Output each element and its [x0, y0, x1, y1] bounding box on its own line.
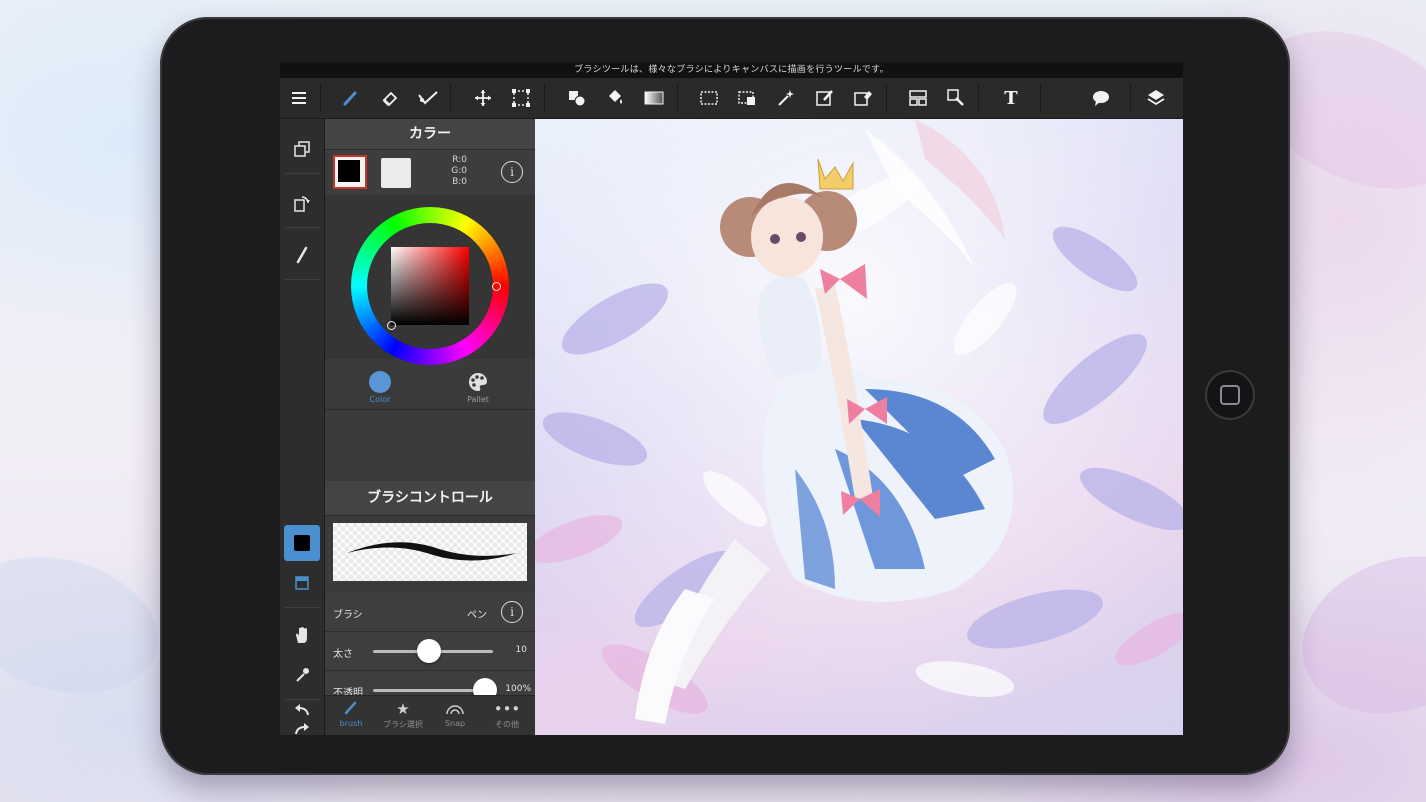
filter-icon[interactable] — [901, 78, 935, 118]
undo-icon[interactable] — [286, 694, 318, 726]
rgb-b: B:0 — [452, 177, 467, 187]
eraser-icon[interactable] — [373, 78, 407, 118]
toolbar-divider — [978, 84, 979, 112]
tab-color[interactable]: Color — [345, 371, 415, 404]
toolbar-divider — [320, 84, 321, 112]
toolbar-divider — [544, 84, 545, 112]
tab-brush-select[interactable]: ★ ブラシ選択 — [377, 699, 429, 730]
brush-value: ペン — [467, 610, 487, 621]
brush-info-button[interactable]: i — [501, 601, 523, 623]
color-picker — [325, 195, 535, 365]
saturation-value-square[interactable] — [391, 247, 469, 325]
color-info-button[interactable]: i — [501, 161, 523, 183]
toolbar-divider — [1130, 84, 1131, 112]
rotate-canvas-icon[interactable] — [286, 187, 318, 219]
rail-divider — [284, 227, 320, 228]
magic-wand-icon[interactable] — [769, 78, 803, 118]
rail-divider — [284, 607, 320, 608]
home-icon — [1220, 385, 1240, 405]
toolbar-divider — [886, 84, 887, 112]
drawing-canvas[interactable] — [535, 119, 1183, 735]
layers-icon[interactable] — [1139, 78, 1173, 118]
secondary-color-swatch[interactable] — [381, 158, 411, 188]
rgb-g: G:0 — [451, 166, 467, 176]
text-icon[interactable]: T — [994, 78, 1028, 118]
value-marker[interactable] — [387, 321, 396, 330]
move-icon[interactable] — [466, 78, 500, 118]
brush-bottom-tabs: brush ★ ブラシ選択 Snap ••• その他 — [325, 695, 535, 735]
select-clear-icon[interactable] — [730, 78, 764, 118]
color-panel-title: カラー — [325, 119, 535, 150]
tab-brush[interactable]: brush — [325, 699, 377, 728]
hue-marker[interactable] — [492, 282, 501, 291]
toolbar-divider — [677, 84, 678, 112]
rail-divider — [284, 173, 320, 174]
tab-brush-select-label: ブラシ選択 — [383, 720, 423, 729]
size-slider-knob[interactable] — [417, 639, 442, 663]
snap-icon — [429, 699, 481, 719]
tab-pallet-label: Pallet — [467, 395, 489, 404]
tab-snap[interactable]: Snap — [429, 699, 481, 728]
background-petal — [1280, 530, 1426, 740]
menu-icon[interactable] — [282, 78, 316, 118]
gradient-icon[interactable] — [637, 78, 671, 118]
rail-divider — [284, 279, 320, 280]
comment-icon[interactable] — [1084, 78, 1118, 118]
select-pen-icon[interactable] — [808, 78, 842, 118]
brush-panel-title: ブラシコントロール — [325, 481, 535, 516]
duplicate-icon[interactable] — [286, 133, 318, 165]
tab-snap-label: Snap — [444, 719, 466, 728]
rgb-readout: R:0 G:0 B:0 — [447, 155, 467, 188]
tablet-device: ブラシツールは、様々なブラシによりキャンバスに描画を行うツールです。 T カラー… — [160, 17, 1290, 775]
tab-more-label: その他 — [495, 720, 519, 729]
smudge-icon[interactable] — [411, 78, 445, 118]
color-swatch-row: R:0 G:0 B:0 i — [325, 150, 535, 194]
foreground-color-swatch[interactable] — [333, 155, 367, 189]
tool-hint: ブラシツールは、様々なブラシによりキャンバスに描画を行うツールです。 — [280, 62, 1183, 78]
transform-icon[interactable] — [504, 78, 538, 118]
select-eraser-icon[interactable] — [846, 78, 880, 118]
brush-icon[interactable] — [334, 78, 368, 118]
pen-icon[interactable] — [286, 239, 318, 271]
layout-toggle-icon[interactable] — [286, 567, 318, 599]
size-row: 太さ 10 — [325, 632, 535, 671]
tab-color-label: Color — [369, 395, 391, 404]
brush-icon — [325, 699, 377, 719]
rgb-r: R:0 — [452, 155, 467, 165]
more-icon: ••• — [493, 700, 521, 718]
brush-label: ブラシ — [333, 610, 363, 621]
side-panel: カラー R:0 G:0 B:0 i Color Pallet ブラシコントロール… — [325, 119, 535, 735]
opacity-value: 100% — [505, 684, 531, 694]
brush-type-row[interactable]: ブラシ ペン i — [325, 593, 535, 632]
background-petal — [0, 536, 174, 714]
select-rect-icon[interactable] — [692, 78, 726, 118]
tab-more[interactable]: ••• その他 — [481, 699, 533, 730]
toolbar-divider — [450, 84, 451, 112]
top-toolbar: T — [280, 78, 1183, 119]
zoom-select-icon[interactable] — [939, 78, 973, 118]
app-screen: ブラシツールは、様々なブラシによりキャンバスに描画を行うツールです。 T カラー… — [280, 62, 1183, 735]
color-dot-icon — [369, 371, 391, 393]
canvas-illustration — [535, 119, 1183, 735]
fill-shape-icon[interactable] — [560, 78, 594, 118]
toolbar-divider — [1040, 84, 1041, 112]
eyedropper-icon[interactable] — [286, 659, 318, 691]
brush-stroke-preview — [333, 523, 527, 581]
star-icon: ★ — [396, 700, 410, 718]
tab-brush-label: brush — [339, 719, 363, 728]
tab-pallet[interactable]: Pallet — [443, 371, 513, 404]
hand-icon[interactable] — [286, 619, 318, 651]
size-value: 10 — [515, 645, 527, 655]
color-mode-tabs: Color Pallet — [325, 367, 535, 410]
left-tool-rail — [280, 119, 325, 735]
size-label: 太さ — [333, 649, 353, 660]
home-button[interactable] — [1205, 370, 1255, 420]
opacity-slider[interactable] — [373, 689, 485, 692]
bucket-icon[interactable] — [598, 78, 632, 118]
palette-icon — [467, 371, 489, 393]
color-swatch-button[interactable] — [284, 525, 320, 561]
